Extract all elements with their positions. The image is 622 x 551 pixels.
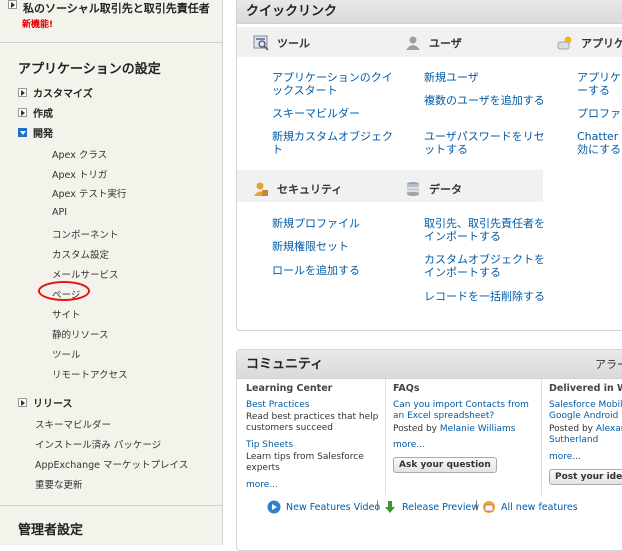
sidebar-item-develop[interactable]: 開発 [18, 125, 53, 140]
sidebar-item-customize[interactable]: カスタマイズ [18, 85, 93, 100]
link-new-permission-set[interactable]: 新規権限セット [272, 240, 349, 253]
divider [0, 42, 222, 43]
sidebar-item-remote-access[interactable]: リモートアクセス [52, 367, 128, 381]
app-settings-heading: アプリケーションの設定 [18, 62, 161, 77]
tools-icon [253, 35, 269, 51]
new-badge: 新機能! [22, 20, 54, 30]
link-app-setup[interactable]: アプリケーする [577, 71, 622, 97]
learning-more-link[interactable]: more... [246, 480, 278, 491]
all-new-features[interactable]: All new features [482, 500, 578, 514]
sidebar-item-static-resources[interactable]: 静的リソース [52, 327, 109, 341]
sidebar-item-components[interactable]: コンポーネント [52, 227, 119, 241]
column-divider [385, 379, 386, 495]
user-icon [405, 35, 421, 51]
expand-icon[interactable] [18, 398, 27, 407]
community-title: コミュニティ アラー [237, 350, 622, 379]
learning-center-title: Learning Center [246, 383, 333, 394]
alerts-label: アラー [595, 358, 622, 371]
sidebar-item-apex-test[interactable]: Apex テスト実行 [52, 186, 126, 200]
sidebar-item-tools[interactable]: ツール [52, 347, 81, 361]
ask-question-button[interactable]: Ask your question [393, 457, 497, 473]
database-icon [405, 181, 421, 197]
link-profile[interactable]: プロファイ [577, 107, 622, 120]
sidebar: 私のソーシャル取引先と取引先責任者 新機能! アプリケーションの設定 カスタマイ… [0, 0, 223, 545]
link-app-quickstart[interactable]: アプリケーションのクイックスタート [272, 71, 397, 97]
download-arrow-icon [385, 501, 395, 513]
delivered-posted: Posted by Alexan Sutherland [549, 424, 622, 446]
sidebar-item-sites[interactable]: サイト [52, 307, 81, 321]
best-practices-link[interactable]: Best Practices [246, 400, 309, 411]
sidebar-item-label: 私のソーシャル取引先と取引先責任者 [23, 2, 210, 15]
sidebar-item-apex-classes[interactable]: Apex クラス [52, 147, 107, 161]
link-chatter-enable[interactable]: Chatter 効にする [577, 130, 622, 156]
separator: | [376, 500, 380, 511]
sidebar-item-appexchange[interactable]: AppExchange マーケットプレイス [35, 457, 188, 471]
delivered-title: Delivered in Wi [549, 383, 622, 394]
sidebar-item-create[interactable]: 作成 [18, 105, 53, 120]
link-new-profile[interactable]: 新規プロファイル [272, 217, 360, 230]
expand-icon[interactable] [18, 88, 27, 97]
post-idea-button[interactable]: Post your idea [549, 469, 622, 485]
link-mass-delete[interactable]: レコードを一括削除する [424, 290, 549, 303]
tools-section-title: ツール [253, 35, 310, 51]
sidebar-item-installed-packages[interactable]: インストール済み パッケージ [35, 437, 161, 451]
faq-link[interactable]: Can you import Contacts from an Excel sp… [393, 400, 538, 422]
security-icon [253, 181, 269, 197]
sidebar-item-social-accounts[interactable]: 私のソーシャル取引先と取引先責任者 [8, 0, 218, 16]
faqs-more-link[interactable]: more... [393, 440, 425, 451]
faq-posted: Posted by Melanie Williams [393, 424, 516, 434]
expand-icon[interactable] [18, 108, 27, 117]
link-add-multiple-users[interactable]: 複数のユーザを追加する [424, 94, 549, 107]
link-add-role[interactable]: ロールを追加する [272, 264, 360, 277]
community-panel: コミュニティ アラー Learning Center Best Practice… [236, 349, 622, 551]
faq-author-link[interactable]: Melanie Williams [440, 424, 516, 434]
release-preview[interactable]: Release Preview [383, 500, 479, 514]
security-section-title: セキュリティ [253, 181, 342, 197]
tip-sheets-link[interactable]: Tip Sheets [246, 440, 293, 451]
data-section-title: データ [405, 181, 462, 197]
quicklinks-panel: クイックリンク ツール ユーザ アプリケ アプリケーションのクイックスタート ス… [236, 0, 622, 331]
link-new-user[interactable]: 新規ユーザ [424, 71, 549, 84]
divider [0, 505, 222, 506]
highlight-circle [38, 281, 90, 301]
tip-sheets-desc: Learn tips from Salesforce experts [246, 452, 364, 473]
sidebar-item-custom-settings[interactable]: カスタム設定 [52, 247, 109, 261]
expand-icon[interactable] [8, 0, 17, 9]
delivered-link[interactable]: Salesforce Mobile Google Android [549, 400, 622, 422]
sidebar-top: 私のソーシャル取引先と取引先責任者 新機能! [8, 0, 218, 30]
sidebar-item-email-services[interactable]: メールサービス [52, 267, 119, 281]
delivered-more-link[interactable]: more... [549, 452, 581, 463]
best-practices-desc: Read best practices that help customers … [246, 412, 379, 433]
new-features-icon [483, 501, 495, 513]
link-reset-password[interactable]: ユーザパスワードをリセットする [424, 130, 549, 156]
admin-settings-heading: 管理者設定 [18, 523, 84, 538]
column-divider [541, 379, 542, 495]
sidebar-item-deploy[interactable]: リリース [18, 395, 73, 410]
link-new-custom-object[interactable]: 新規カスタムオブジェクト [272, 130, 397, 156]
sidebar-item-schema-builder[interactable]: スキーマビルダー [35, 417, 111, 431]
apps-icon [557, 35, 573, 51]
link-import-custom-objects[interactable]: カスタムオブジェクトをインポートする [424, 253, 549, 279]
collapse-icon[interactable] [18, 128, 27, 137]
sidebar-item-critical-updates[interactable]: 重要な更新 [35, 477, 83, 491]
link-schema-builder[interactable]: スキーマビルダー [272, 107, 397, 120]
sidebar-item-api[interactable]: API [52, 207, 67, 218]
faqs-title: FAQs [393, 383, 420, 394]
quicklinks-title: クイックリンク [237, 0, 622, 24]
play-icon [267, 500, 281, 514]
users-section-title: ユーザ [405, 35, 462, 51]
sidebar-item-apex-triggers[interactable]: Apex トリガ [52, 167, 107, 181]
new-features-video[interactable]: New Features Video [267, 500, 380, 514]
link-import-accounts[interactable]: 取引先、取引先責任者をインポートする [424, 217, 549, 243]
separator: | [475, 500, 479, 511]
apps-section-title: アプリケ [557, 35, 622, 51]
